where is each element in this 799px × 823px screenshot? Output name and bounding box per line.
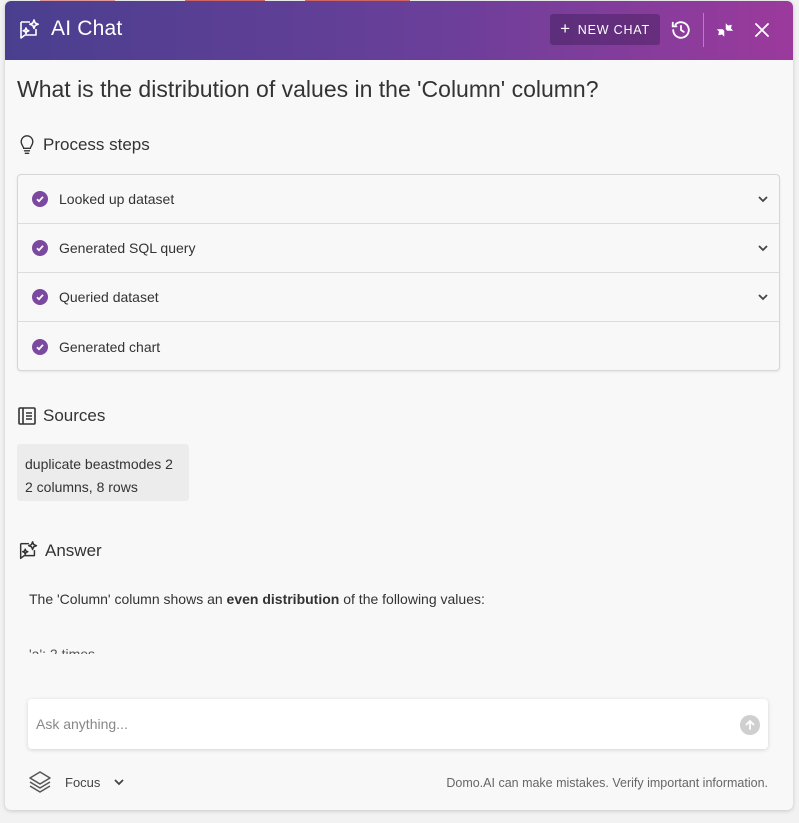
chat-header: AI Chat + NEW CHAT xyxy=(5,1,793,60)
new-chat-button[interactable]: + NEW CHAT xyxy=(550,14,660,45)
process-step-label: Generated chart xyxy=(59,338,161,355)
process-step[interactable]: Looked up dataset xyxy=(18,175,779,224)
plus-icon: + xyxy=(560,19,571,38)
answer-clipped-line: 'a': 2 times xyxy=(29,646,96,654)
lightbulb-icon xyxy=(20,135,34,154)
new-chat-label: NEW CHAT xyxy=(577,22,650,37)
user-question: What is the distribution of values in th… xyxy=(17,76,599,102)
sources-heading: Sources xyxy=(17,406,105,426)
document-list-icon xyxy=(18,407,36,425)
ai-sparkle-chat-icon xyxy=(20,19,39,39)
arrow-up-icon xyxy=(745,719,755,730)
minimize-button[interactable] xyxy=(711,16,739,44)
check-circle-icon xyxy=(32,289,48,305)
chat-input-box xyxy=(28,699,768,749)
process-step-label: Queried dataset xyxy=(59,289,159,305)
history-button[interactable] xyxy=(667,16,695,44)
process-steps-heading: Process steps xyxy=(17,134,150,156)
check-circle-icon xyxy=(32,240,48,256)
close-icon xyxy=(755,23,769,37)
answer-text-part: The 'Column' column shows an xyxy=(29,591,227,607)
source-card[interactable]: duplicate beastmodes 2 2 columns, 8 rows xyxy=(17,444,189,501)
process-step-label: Generated SQL query xyxy=(59,240,196,256)
answer-text-bold: even distribution xyxy=(226,591,340,607)
answer-title: Answer xyxy=(45,541,102,560)
chevron-down-icon[interactable] xyxy=(756,241,770,255)
process-step: Generated chart xyxy=(18,322,779,371)
answer-text-part: of the following values: xyxy=(339,591,485,607)
check-circle-icon xyxy=(32,338,48,355)
source-meta: 2 columns, 8 rows xyxy=(25,479,138,495)
focus-selector[interactable]: Focus xyxy=(27,769,126,795)
check-circle-icon xyxy=(32,191,48,207)
chevron-down-icon xyxy=(114,779,125,786)
chat-title: AI Chat xyxy=(51,17,123,40)
process-step[interactable]: Generated SQL query xyxy=(18,224,779,273)
focus-label: Focus xyxy=(65,774,101,790)
chevron-down-icon[interactable] xyxy=(756,290,770,304)
answer-paragraph: The 'Column' column shows an even distri… xyxy=(29,591,485,607)
process-step[interactable]: Queried dataset xyxy=(18,273,779,322)
process-steps-list: Looked up dataset Generated SQL query Qu… xyxy=(17,174,780,371)
process-steps-title: Process steps xyxy=(43,135,150,154)
send-button[interactable] xyxy=(740,715,760,735)
sources-title: Sources xyxy=(43,406,106,425)
collapse-arrows-icon xyxy=(716,23,734,37)
chat-input[interactable] xyxy=(36,699,726,749)
header-divider xyxy=(703,13,704,47)
layers-icon xyxy=(29,771,51,793)
process-step-label: Looked up dataset xyxy=(59,191,175,207)
chevron-down-icon[interactable] xyxy=(756,192,770,206)
ai-chat-panel: AI Chat + NEW CHAT What is the distribut… xyxy=(5,1,793,810)
answer-heading: Answer xyxy=(17,540,102,562)
disclaimer-text: Domo.AI can make mistakes. Verify import… xyxy=(446,776,768,790)
ai-sparkle-chat-icon xyxy=(19,541,38,560)
source-name: duplicate beastmodes 2 xyxy=(25,456,173,472)
history-icon xyxy=(671,21,690,39)
close-button[interactable] xyxy=(748,16,776,44)
